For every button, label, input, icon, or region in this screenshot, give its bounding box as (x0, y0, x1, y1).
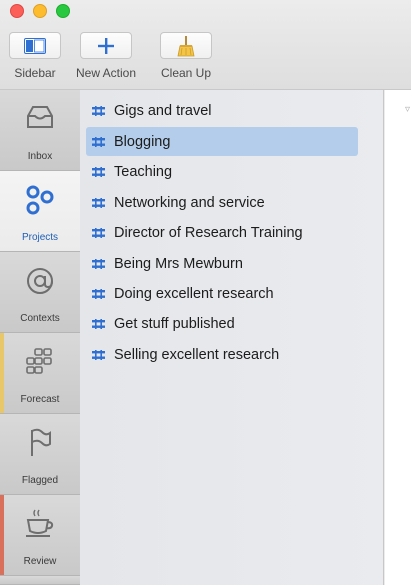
content-pane[interactable]: ▿ (385, 90, 411, 585)
project-row[interactable]: Doing excellent research (86, 279, 358, 308)
flag-icon (31, 428, 51, 456)
disclosure-triangle-icon[interactable]: ▿ (405, 104, 410, 115)
parallel-project-icon (92, 318, 105, 329)
broom-icon (177, 35, 195, 56)
project-row[interactable]: Being Mrs Mewburn (86, 249, 358, 278)
perspective-label: Contexts (20, 313, 60, 324)
toolbar: Sidebar New Action Clean Up (0, 0, 411, 90)
project-name: Networking and service (114, 194, 265, 211)
project-row[interactable]: Director of Research Training (86, 218, 358, 247)
parallel-project-icon (92, 136, 105, 147)
clean-up-button[interactable]: Clean Up (160, 32, 212, 80)
perspective-bar: Inbox Projects Contexts Forecast Flagged… (0, 90, 80, 585)
perspective-projects[interactable]: Projects (0, 171, 80, 252)
parallel-project-icon (92, 105, 105, 116)
project-name: Director of Research Training (114, 224, 303, 241)
parallel-project-icon (92, 227, 105, 238)
new-action-button-label: New Action (76, 66, 137, 80)
window-controls (10, 4, 70, 18)
project-name: Selling excellent research (114, 346, 280, 363)
project-row-selected[interactable]: Blogging (86, 127, 358, 156)
parallel-project-icon (92, 197, 105, 208)
project-name: Teaching (114, 163, 173, 180)
project-row[interactable]: Networking and service (86, 188, 358, 217)
perspective-label: Projects (21, 232, 59, 243)
perspective-review[interactable]: Review (0, 495, 80, 576)
project-row[interactable]: Selling excellent research (86, 340, 358, 369)
at-sign-icon (27, 268, 53, 294)
project-name: Being Mrs Mewburn (114, 255, 243, 272)
perspective-label: Flagged (21, 475, 59, 486)
project-name: Blogging (114, 133, 171, 150)
parallel-project-icon (92, 166, 105, 177)
perspective-contexts[interactable]: Contexts (0, 252, 80, 333)
new-action-button[interactable]: New Action (76, 32, 136, 80)
project-row[interactable]: Teaching (86, 157, 358, 186)
parallel-project-icon (92, 258, 105, 269)
perspective-forecast[interactable]: Forecast (0, 333, 80, 414)
forecast-grid-icon (26, 348, 52, 374)
projects-icon (26, 185, 54, 215)
zoom-window-button[interactable] (56, 4, 70, 18)
perspective-label: Review (23, 556, 57, 567)
project-name: Gigs and travel (114, 102, 212, 119)
close-window-button[interactable] (10, 4, 24, 18)
parallel-project-icon (92, 349, 105, 360)
clean-up-button-label: Clean Up (160, 66, 212, 80)
project-row[interactable]: Get stuff published (86, 309, 358, 338)
project-row[interactable]: Gigs and travel (86, 96, 358, 125)
perspective-next[interactable] (0, 576, 80, 585)
project-name: Get stuff published (114, 315, 235, 332)
minimize-window-button[interactable] (33, 4, 47, 18)
perspective-inbox[interactable]: Inbox (0, 90, 80, 171)
perspective-label: Inbox (27, 151, 53, 162)
parallel-project-icon (92, 288, 105, 299)
project-name: Doing excellent research (114, 285, 274, 302)
perspective-label: Forecast (20, 394, 60, 405)
sidebar-icon (24, 37, 46, 54)
inbox-icon (27, 106, 53, 128)
forecast-color-stripe (0, 333, 4, 413)
sidebar-button-label: Sidebar (14, 66, 56, 80)
sidebar-toggle-button[interactable]: Sidebar (9, 32, 61, 80)
plus-icon (98, 37, 115, 54)
project-list: Gigs and travel Blogging Teaching Networ… (80, 90, 384, 585)
review-color-stripe (0, 495, 4, 575)
coffee-cup-icon (26, 509, 54, 537)
perspective-flagged[interactable]: Flagged (0, 414, 80, 495)
